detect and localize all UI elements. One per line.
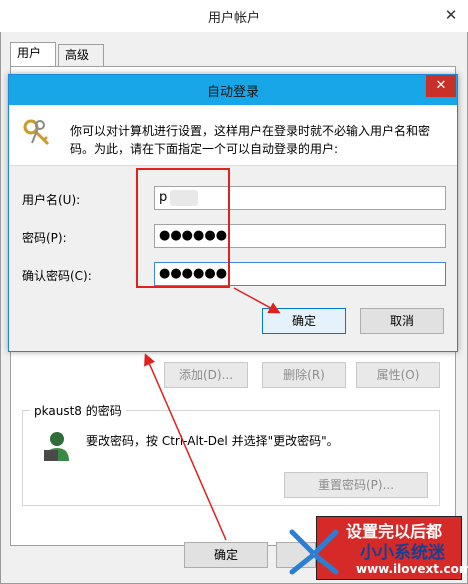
username-label: 用户名(U): (22, 193, 81, 207)
tab-users[interactable]: 用户 (10, 42, 56, 66)
watermark-url: www.ilovext.com (356, 562, 468, 576)
tab-advanced[interactable]: 高级 (58, 44, 104, 66)
dialog-close-button[interactable]: ✕ (426, 75, 456, 97)
dialog-description: 你可以对计算机进行设置，这样用户在登录时就不必输入用户名和密码。为此，请在下面指… (70, 124, 431, 156)
dialog-title: 自动登录 (206, 85, 259, 100)
keys-icon (22, 118, 52, 148)
dialog-divider (9, 165, 457, 166)
password-label: 密码(P): (22, 231, 67, 245)
password-instructions: 要改密码，按 Ctrl-Alt-Del 并选择"更改密码"。 (86, 434, 339, 448)
window-title: 用户帐户 (207, 11, 260, 26)
confirm-password-label: 确认密码(C): (22, 269, 92, 283)
highlight-box (136, 168, 230, 288)
dialog-cancel-button[interactable]: 取消 (360, 308, 444, 334)
add-user-button[interactable]: 添加(D)... (164, 362, 248, 388)
user-icon (42, 430, 72, 462)
ok-button[interactable]: 确定 (184, 542, 268, 568)
reset-password-button[interactable]: 重置密码(P)... (284, 472, 428, 498)
watermark-logo-icon (284, 524, 344, 580)
remove-user-button[interactable]: 删除(R) (262, 362, 346, 388)
dialog-ok-button[interactable]: 确定 (262, 308, 346, 334)
password-group-title: pkaust8 的密码 (30, 402, 126, 419)
watermark-brand: 小小系统迷 (360, 543, 445, 563)
properties-button[interactable]: 属性(O) (356, 362, 440, 388)
window-close-button[interactable]: ✕ (436, 2, 466, 28)
